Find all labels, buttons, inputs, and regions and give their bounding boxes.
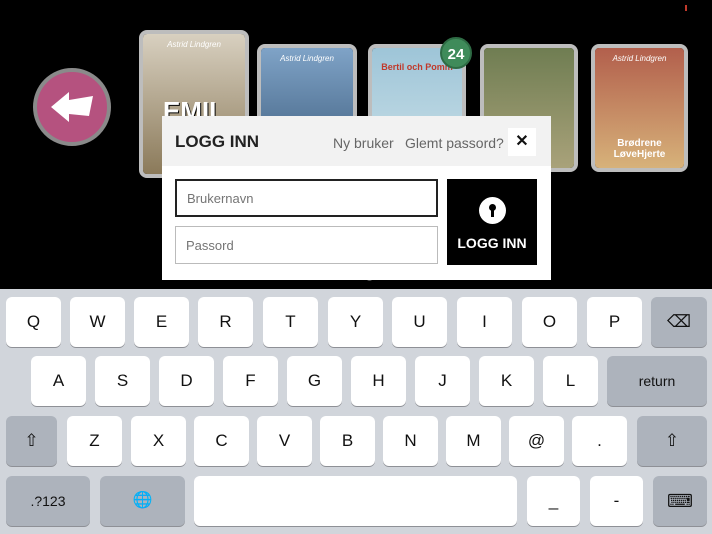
key-m[interactable]: M	[446, 416, 501, 466]
key-k[interactable]: K	[479, 356, 534, 406]
close-icon[interactable]: ✕	[508, 128, 536, 156]
numbers-key[interactable]: .?123	[6, 476, 90, 526]
onscreen-keyboard: Q W E R T Y U I O P ⌫ A S D F G H J K L …	[0, 289, 712, 534]
key-v[interactable]: V	[257, 416, 312, 466]
forgot-password-link[interactable]: Glemt passord?	[405, 135, 504, 151]
book-cover-5[interactable]: Astrid Lindgren Brødrene LøveHjerte	[591, 44, 688, 172]
key-l[interactable]: L	[543, 356, 598, 406]
key-w[interactable]: W	[70, 297, 125, 347]
key-s[interactable]: S	[95, 356, 150, 406]
key-t[interactable]: T	[263, 297, 318, 347]
back-button[interactable]	[33, 68, 111, 146]
lock-icon	[479, 197, 506, 224]
login-button-label: LOGG INN	[457, 235, 527, 251]
key-u[interactable]: U	[392, 297, 447, 347]
key-d[interactable]: D	[159, 356, 214, 406]
key-f[interactable]: F	[223, 356, 278, 406]
app-screen: Astrid Lindgren EMIL Astrid Lindgren Ber…	[0, 0, 712, 534]
username-input[interactable]	[175, 179, 438, 217]
key-at[interactable]: @	[509, 416, 564, 466]
book-title: Brødrene LøveHjerte	[613, 138, 666, 160]
key-x[interactable]: X	[131, 416, 186, 466]
key-r[interactable]: R	[198, 297, 253, 347]
key-h[interactable]: H	[351, 356, 406, 406]
key-underscore[interactable]: _	[527, 476, 580, 526]
key-dash[interactable]: -	[590, 476, 643, 526]
return-key[interactable]: return	[607, 356, 707, 406]
book-author: Astrid Lindgren	[280, 54, 334, 63]
dialog-title: LOGG INN	[175, 132, 260, 151]
shift-icon[interactable]: ⇧	[637, 416, 707, 466]
key-c[interactable]: C	[194, 416, 249, 466]
key-j[interactable]: J	[415, 356, 470, 406]
login-button[interactable]: LOGG INN	[447, 179, 537, 265]
login-dialog: LOGG INN Ny bruker Glemt passord? ✕ LOGG…	[162, 116, 551, 280]
book-author: Astrid Lindgren	[167, 40, 221, 49]
key-b[interactable]: B	[320, 416, 375, 466]
key-n[interactable]: N	[383, 416, 438, 466]
key-z[interactable]: Z	[67, 416, 122, 466]
new-user-link[interactable]: Ny bruker	[333, 135, 394, 151]
count-badge: 24	[440, 37, 472, 69]
key-g[interactable]: G	[287, 356, 342, 406]
backspace-icon[interactable]: ⌫	[651, 297, 707, 347]
key-q[interactable]: Q	[6, 297, 61, 347]
keyboard-hide-icon[interactable]: ⌨	[653, 476, 707, 526]
password-input[interactable]	[175, 226, 438, 264]
key-e[interactable]: E	[134, 297, 189, 347]
space-bar[interactable]	[194, 476, 517, 526]
key-p[interactable]: P	[587, 297, 642, 347]
globe-icon[interactable]: 🌐	[100, 476, 185, 526]
book-author: Astrid Lindgren	[612, 54, 667, 63]
dialog-header: LOGG INN Ny bruker Glemt passord? ✕	[162, 116, 551, 166]
shift-icon[interactable]: ⇧	[6, 416, 57, 466]
key-i[interactable]: I	[457, 297, 512, 347]
status-indicator	[685, 5, 687, 11]
key-o[interactable]: O	[522, 297, 577, 347]
key-y[interactable]: Y	[328, 297, 383, 347]
arrow-left-icon	[51, 92, 93, 122]
key-period[interactable]: .	[572, 416, 627, 466]
key-a[interactable]: A	[31, 356, 86, 406]
